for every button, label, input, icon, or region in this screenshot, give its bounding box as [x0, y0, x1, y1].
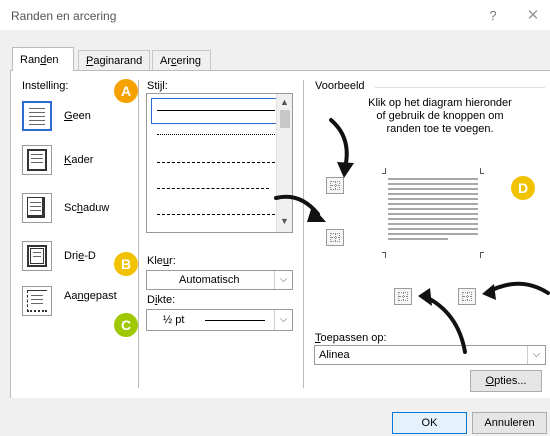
badge-a: A: [114, 79, 138, 103]
arrow-to-top-button: [329, 118, 349, 170]
arrow-to-right-button: [486, 281, 550, 295]
annotation-arrows: [274, 118, 550, 354]
badge-d: D: [511, 176, 535, 200]
badge-b: B: [114, 252, 138, 276]
badge-c: C: [114, 313, 138, 337]
